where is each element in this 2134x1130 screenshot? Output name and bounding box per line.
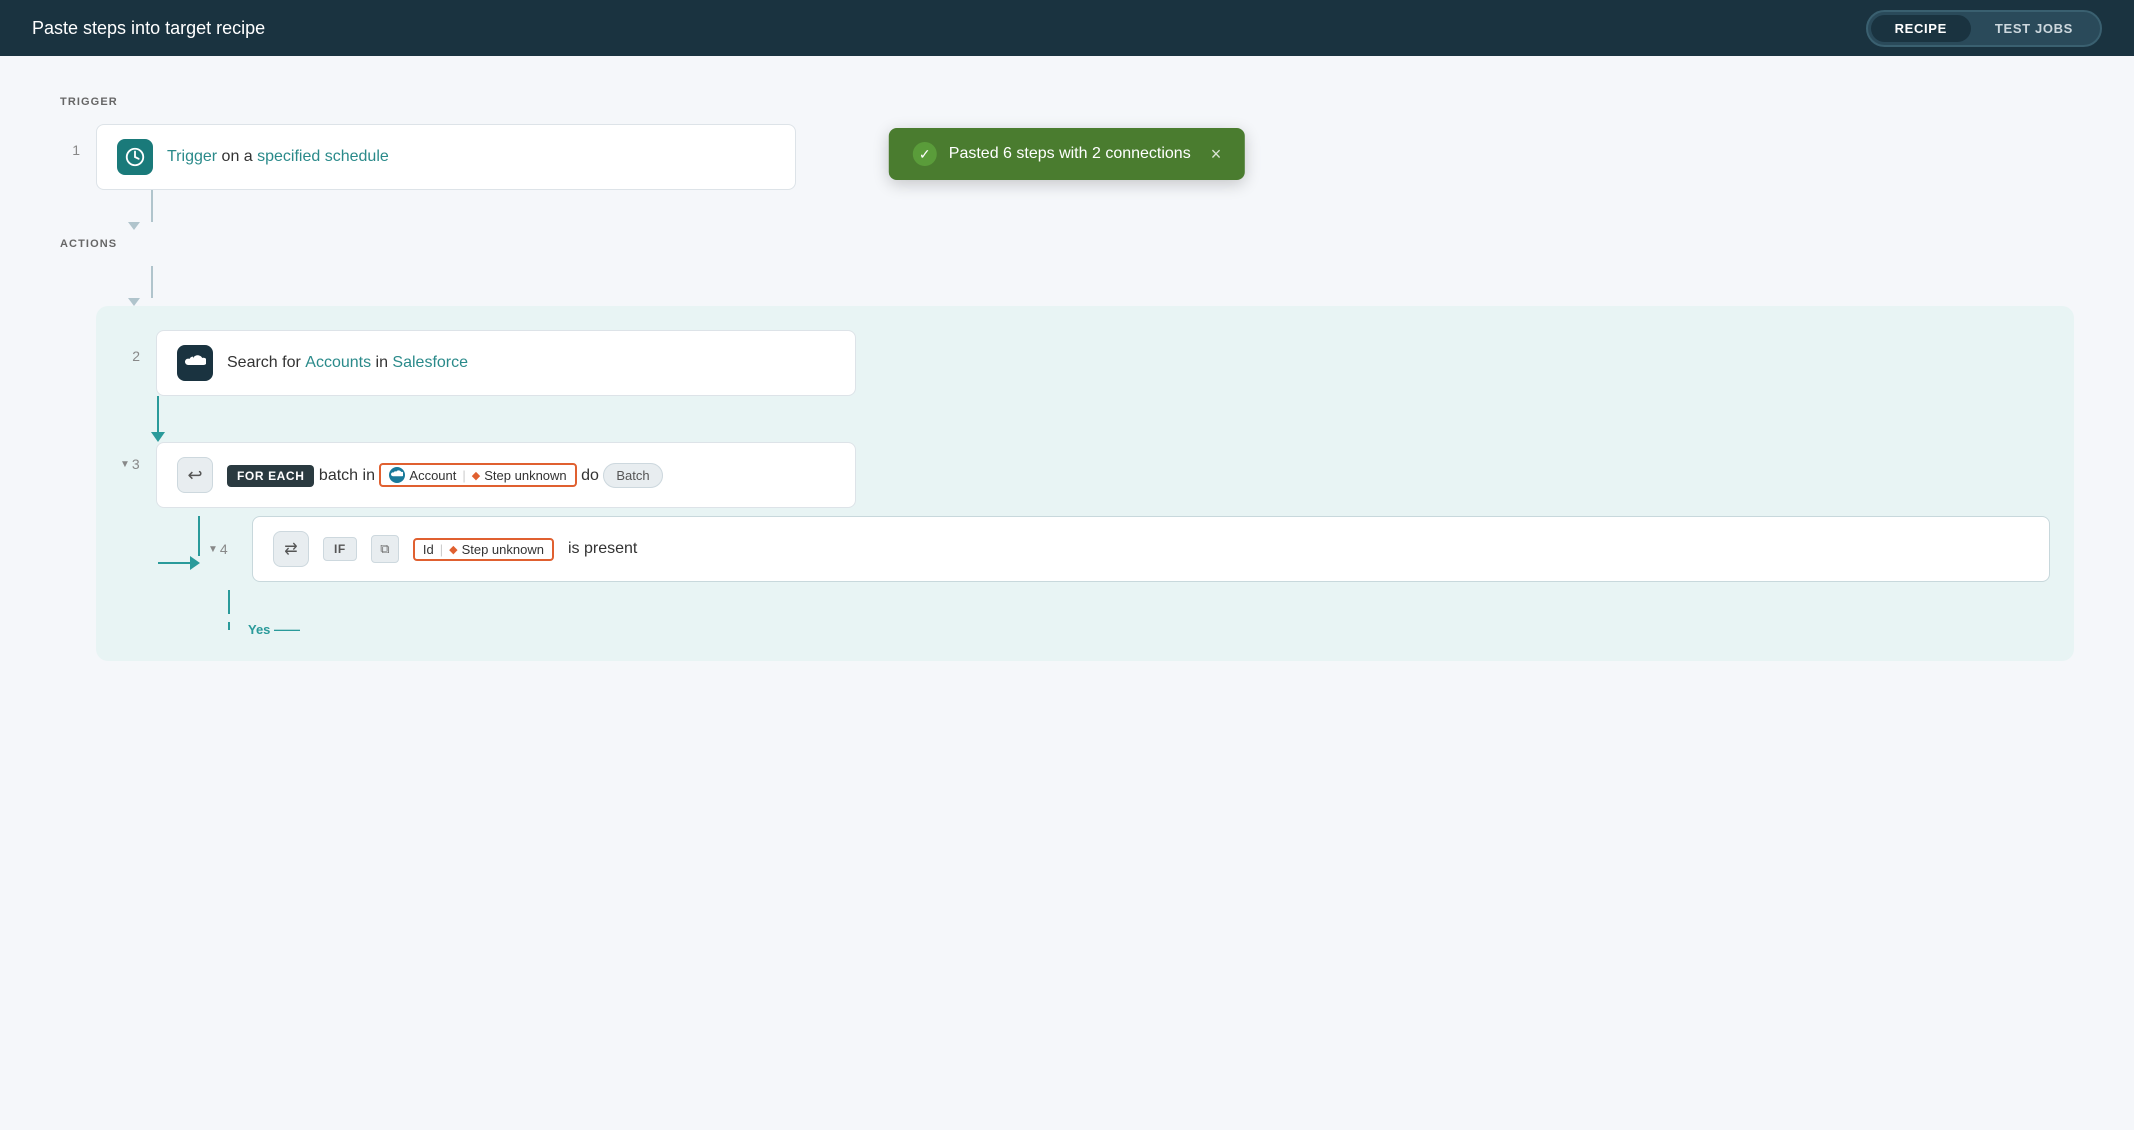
yes-label-row: Yes —— [228, 614, 2050, 637]
step-1-text: Trigger on a specified schedule [167, 148, 389, 166]
step-2-number: 2 [120, 348, 140, 364]
loop-arrow-icon: ↩ [187, 465, 202, 486]
connector-2-3 [157, 396, 159, 432]
step-4-row: ▼ 4 ⇄ IF ⧉ Id | ◆ [208, 516, 2050, 582]
step-3-text: FOR EACH batch in Account | ◆ Step unkno… [227, 463, 663, 487]
salesforce-icon [177, 345, 213, 381]
account-unknown-pill: Account | ◆ Step unknown [379, 463, 576, 487]
recipe-test-toggle: RECIPE TEST JOBS [1866, 10, 2102, 47]
branch-horizontal-line [158, 562, 190, 564]
nested-group: ▼ 4 ⇄ IF ⧉ Id | ◆ [168, 516, 2050, 637]
tab-toggle-group: RECIPE TEST JOBS [1866, 10, 2102, 47]
connector-1-2 [151, 190, 153, 222]
condition-icon: ⇄ [273, 531, 309, 567]
actions-section-label: ACTIONS [60, 238, 2074, 250]
step-4-card[interactable]: ⇄ IF ⧉ Id | ◆ Step unknown is present [252, 516, 2050, 582]
toast-message: Pasted 6 steps with 2 connections [949, 145, 1191, 163]
test-jobs-tab[interactable]: TEST JOBS [1971, 15, 2097, 42]
step-1-number: 1 [60, 142, 80, 158]
salesforce-link: Salesforce [392, 354, 468, 371]
branch-vertical-line [198, 516, 200, 556]
if-badge: IF [323, 537, 357, 561]
sf-dot-icon [389, 467, 405, 483]
collapse-arrow-3[interactable]: ▼ [120, 459, 130, 470]
connector-actions-2 [151, 266, 153, 298]
trigger-section-label: TRIGGER [60, 96, 2074, 108]
yes-label-area [228, 590, 2050, 614]
arrow-actions-2 [128, 298, 140, 306]
pasted-group: 2 Search for Accounts in Salesforce ▼ [96, 306, 2074, 661]
copy-icon: ⧉ [371, 535, 399, 563]
condition-arrows-icon: ⇄ [284, 539, 297, 559]
toast-check-icon: ✓ [913, 142, 937, 166]
yes-connector [228, 590, 230, 614]
accounts-link: Accounts [305, 354, 371, 371]
foreach-badge: FOR EACH [227, 465, 314, 487]
arrow-2-3 [151, 432, 165, 442]
step-3-card[interactable]: ↩ FOR EACH batch in Account | ◆ [156, 442, 856, 508]
step-2-row: 2 Search for Accounts in Salesforce [120, 330, 2050, 396]
toast-close-button[interactable]: × [1211, 144, 1222, 165]
trigger-link: Trigger [167, 148, 217, 165]
arrow-1-2 [128, 222, 140, 230]
step-3-row: ▼ 3 ↩ FOR EACH batch in [120, 442, 2050, 508]
recipe-tab[interactable]: RECIPE [1871, 15, 1971, 42]
step-3-number: ▼ 3 [120, 456, 140, 472]
loop-icon: ↩ [177, 457, 213, 493]
yes-label: Yes —— [248, 622, 300, 637]
toast-notification: ✓ Pasted 6 steps with 2 connections × [889, 128, 1245, 180]
collapse-arrow-4[interactable]: ▼ [208, 544, 218, 555]
trigger-icon [117, 139, 153, 175]
step-2-card[interactable]: Search for Accounts in Salesforce [156, 330, 856, 396]
step-1-card[interactable]: Trigger on a specified schedule [96, 124, 796, 190]
header: Paste steps into target recipe RECIPE TE… [0, 0, 2134, 56]
schedule-link: specified schedule [257, 148, 389, 165]
branch-arrow-right [190, 556, 200, 570]
step-2-text: Search for Accounts in Salesforce [227, 354, 468, 372]
batch-badge: Batch [603, 463, 662, 488]
step-4-number: ▼ 4 [208, 541, 228, 557]
page-title: Paste steps into target recipe [32, 18, 265, 39]
id-unknown-pill: Id | ◆ Step unknown [413, 538, 554, 561]
